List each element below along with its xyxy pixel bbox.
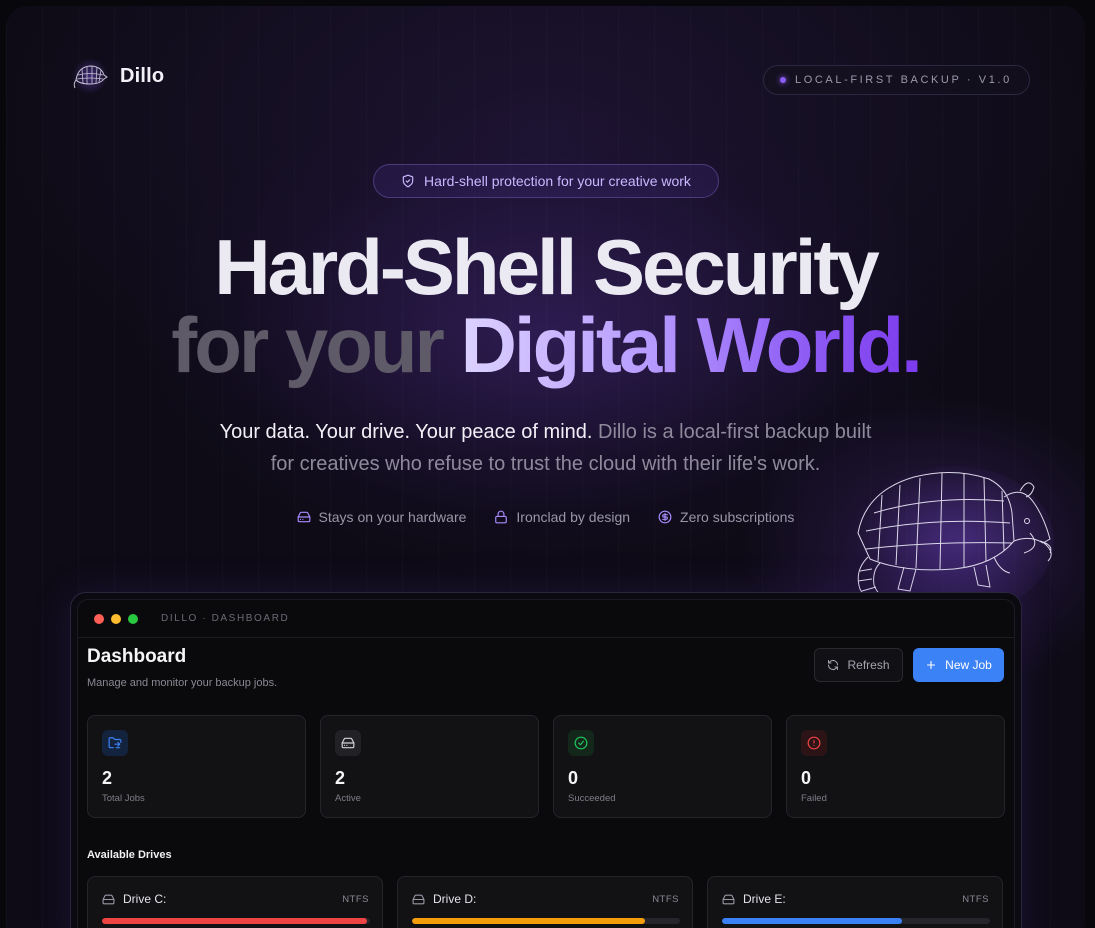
stat-label: Failed: [801, 793, 827, 804]
drive-name: Drive C:: [102, 892, 166, 906]
drive-filesystem: NTFS: [652, 894, 679, 905]
subtitle-bright: Your data. Your drive. Your peace of min…: [219, 421, 593, 443]
feature-subscriptions: Zero subscriptions: [658, 509, 794, 525]
drives-row: Drive C: NTFS Drive D: NTFS Drive E: NTF…: [87, 876, 1003, 928]
brand-name: Dillo: [120, 64, 165, 87]
subtitle-rest: Dillo is a local-first backup built: [598, 421, 872, 443]
drive-name: Drive E:: [722, 892, 786, 906]
stat-value: 2: [335, 768, 346, 788]
window-titlebar: DILLO · DASHBOARD: [78, 600, 1014, 638]
status-dot: [780, 77, 786, 83]
drive-label: Drive D:: [433, 892, 477, 906]
drive-card-d[interactable]: Drive D: NTFS: [397, 876, 693, 928]
headline-line-2: for your Digital World.: [6, 306, 1085, 384]
refresh-icon: [828, 660, 839, 670]
dashboard-window: DILLO · DASHBOARD Dashboard Manage and m…: [70, 592, 1022, 928]
drive-usage-bar: [102, 918, 370, 924]
stat-value: 0: [568, 768, 579, 788]
stat-label: Total Jobs: [102, 793, 145, 804]
page-title: Dashboard: [87, 646, 187, 667]
headline-muted: for your: [171, 301, 445, 389]
new-job-label: New Job: [945, 658, 992, 672]
hard-drive-icon: [102, 894, 115, 904]
stat-card-active[interactable]: 2 Active: [320, 715, 539, 818]
minimize-window-button[interactable]: [111, 613, 121, 624]
close-window-button[interactable]: [94, 613, 104, 624]
alert-circle-icon: [801, 730, 827, 756]
version-text: LOCAL-FIRST BACKUP · V1.0: [795, 74, 1012, 86]
stat-card-total-jobs[interactable]: 2 Total Jobs: [87, 715, 306, 818]
feature-ironclad: Ironclad by design: [494, 509, 630, 525]
dollar-icon: [658, 510, 672, 524]
feature-label: Ironclad by design: [516, 509, 631, 525]
version-badge: LOCAL-FIRST BACKUP · V1.0: [763, 65, 1030, 95]
hero-pill-text: Hard-shell protection for your creative …: [424, 173, 691, 189]
brand-logo[interactable]: Dillo: [70, 58, 164, 94]
stat-card-failed[interactable]: 0 Failed: [786, 715, 1005, 818]
stat-value: 2: [102, 768, 113, 788]
feature-hardware: Stays on your hardware: [297, 509, 467, 525]
drive-card-e[interactable]: Drive E: NTFS: [707, 876, 1003, 928]
check-circle-icon: [568, 730, 594, 756]
headline-accent: Digital World.: [460, 301, 923, 389]
feature-label: Zero subscriptions: [680, 509, 795, 525]
hard-drive-icon: [335, 730, 361, 756]
stat-label: Active: [335, 793, 361, 804]
stat-value: 0: [801, 768, 812, 788]
subtitle-line-1: Your data. Your drive. Your peace of min…: [6, 416, 1085, 448]
stat-label: Succeeded: [568, 793, 616, 804]
feature-label: Stays on your hardware: [318, 509, 467, 525]
armadillo-icon: [72, 58, 108, 94]
new-job-button[interactable]: New Job: [913, 648, 1004, 682]
drive-label: Drive E:: [743, 892, 786, 906]
drive-label: Drive C:: [123, 892, 167, 906]
hard-drive-icon: [412, 894, 425, 904]
lock-icon: [495, 510, 508, 524]
drive-usage-bar: [722, 918, 990, 924]
hero-pill: Hard-shell protection for your creative …: [373, 164, 719, 198]
drive-usage-fill: [102, 918, 368, 924]
refresh-button[interactable]: Refresh: [814, 648, 903, 682]
plus-icon: [927, 660, 936, 670]
maximize-window-button[interactable]: [128, 613, 138, 624]
hard-drive-icon: [722, 894, 735, 904]
stat-card-succeeded[interactable]: 0 Succeeded: [553, 715, 772, 818]
hard-drive-icon: [297, 511, 310, 523]
window-title: DILLO · DASHBOARD: [161, 613, 290, 624]
drive-card-c[interactable]: Drive C: NTFS: [87, 876, 383, 928]
drive-filesystem: NTFS: [962, 894, 989, 905]
shield-check-icon: [402, 174, 414, 188]
refresh-label: Refresh: [847, 658, 890, 672]
folder-sync-icon: [102, 730, 128, 756]
landing-page: Dillo LOCAL-FIRST BACKUP · V1.0 Hard-she…: [6, 6, 1085, 928]
drive-usage-fill: [412, 918, 646, 924]
drive-usage-fill: [722, 918, 902, 924]
section-title-drives: Available Drives: [87, 849, 172, 861]
drive-usage-bar: [412, 918, 680, 924]
stats-row: 2 Total Jobs 2 Active 0 Succeeded 0 Fail…: [87, 715, 1005, 818]
drive-name: Drive D:: [412, 892, 476, 906]
headline-line-1: Hard-Shell Security: [214, 223, 880, 311]
drive-filesystem: NTFS: [342, 894, 369, 905]
dashboard-window-body: DILLO · DASHBOARD Dashboard Manage and m…: [77, 599, 1015, 928]
page-subtitle: Manage and monitor your backup jobs.: [87, 677, 278, 689]
